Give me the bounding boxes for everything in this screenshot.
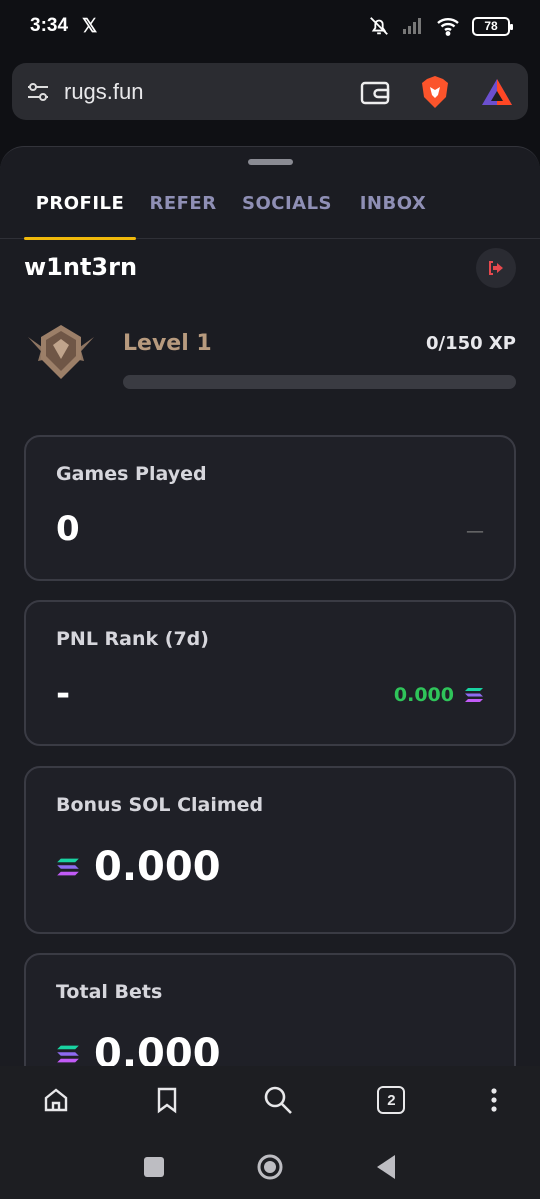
total-bets-label: Total Bets: [56, 981, 163, 1003]
pnl-amount-value: 0.000: [393, 684, 454, 706]
brave-rewards-icon[interactable]: [480, 77, 514, 107]
solana-icon: [465, 688, 483, 702]
total-bets-value: 0.000: [94, 1031, 221, 1066]
wifi-icon: [437, 18, 459, 36]
tab-socials[interactable]: SOCIALS: [242, 189, 332, 239]
search-icon[interactable]: [263, 1085, 293, 1115]
xp-progress-bar: [123, 375, 516, 389]
games-played-label: Games Played: [56, 463, 207, 485]
games-played-value: 0: [56, 509, 80, 549]
pnl-rank-label: PNL Rank (7d): [56, 628, 209, 650]
brave-lion-icon[interactable]: [420, 75, 450, 109]
tab-inbox[interactable]: INBOX: [360, 189, 426, 239]
bonus-sol-amount: 0.000: [56, 844, 221, 890]
battery-indicator: 78: [472, 16, 513, 36]
pnl-rank-value: -: [56, 674, 71, 714]
tab-bar: PROFILE REFER SOCIALS INBOX: [0, 189, 540, 240]
xp-counter: 0/150 XP: [425, 333, 516, 354]
home-icon[interactable]: [42, 1086, 70, 1114]
home-circle-icon[interactable]: [255, 1152, 285, 1182]
signal-icon: [403, 18, 421, 34]
total-bets-card: Total Bets 0.000: [24, 953, 516, 1066]
bonus-sol-card: Bonus SOL Claimed 0.000: [24, 766, 516, 934]
tab-switcher-button[interactable]: 2: [377, 1086, 406, 1114]
logout-button[interactable]: [476, 248, 516, 288]
total-bets-amount: 0.000: [56, 1031, 221, 1066]
solana-icon: [57, 1045, 79, 1063]
tab-profile[interactable]: PROFILE: [24, 189, 136, 240]
username: w1nt3rn: [24, 253, 138, 281]
bronze-rank-badge-icon: [28, 325, 94, 379]
tab-refer[interactable]: REFER: [149, 189, 216, 239]
clock: 3:34: [30, 15, 69, 36]
sheet-drag-handle[interactable]: [248, 159, 293, 165]
pnl-amount: 0.000: [394, 684, 484, 706]
url-text[interactable]: rugs.fun: [64, 79, 144, 105]
mute-bell-icon: [370, 17, 388, 35]
solana-icon: [57, 858, 79, 876]
site-settings-icon[interactable]: [26, 81, 50, 103]
address-bar[interactable]: rugs.fun: [12, 63, 528, 120]
system-navigation-bar: [0, 1134, 540, 1199]
menu-kebab-icon[interactable]: [490, 1087, 498, 1113]
bookmark-icon[interactable]: [155, 1086, 179, 1114]
back-icon[interactable]: [375, 1154, 397, 1180]
status-bar: 3:34 𝕏 78: [0, 0, 540, 52]
bonus-sol-value: 0.000: [94, 844, 221, 890]
browser-toolbar: 2: [0, 1066, 540, 1134]
games-played-trend: —: [466, 521, 484, 542]
level-label: Level 1: [123, 331, 212, 356]
x-app-icon: 𝕏: [82, 15, 98, 37]
pnl-rank-card: PNL Rank (7d) - 0.000: [24, 600, 516, 746]
logout-icon: [489, 261, 503, 275]
profile-sheet: PROFILE REFER SOCIALS INBOX w1nt3rn Leve…: [0, 146, 540, 1066]
bonus-sol-label: Bonus SOL Claimed: [56, 794, 264, 816]
wallet-icon[interactable]: [360, 79, 390, 105]
recents-icon[interactable]: [143, 1156, 165, 1178]
games-played-card: Games Played 0 —: [24, 435, 516, 581]
